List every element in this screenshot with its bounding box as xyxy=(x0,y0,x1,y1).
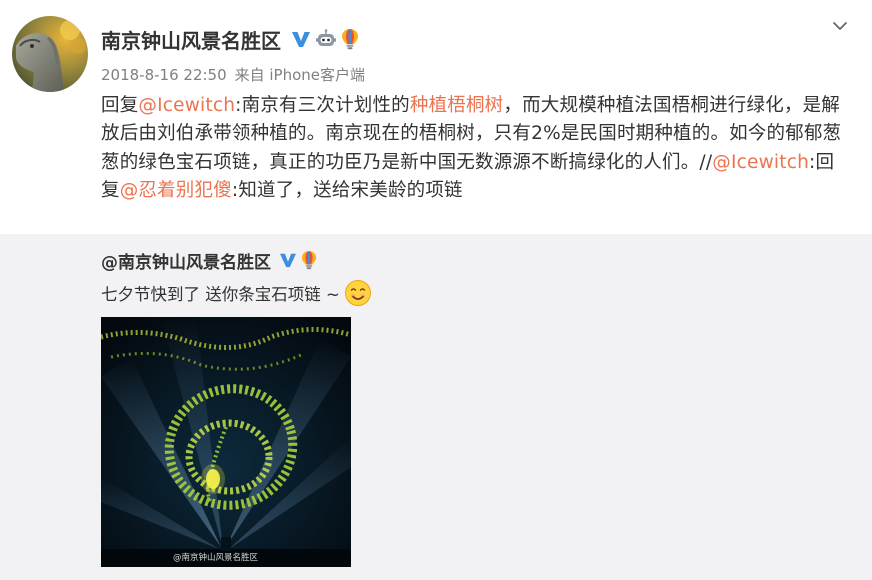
avatar-image xyxy=(12,16,88,92)
chevron-down-icon[interactable] xyxy=(830,16,850,36)
quoted-badges xyxy=(279,250,317,270)
image-watermark: @南京钟山风景名胜区 xyxy=(173,553,259,563)
reply-text-segment: :南京有三次计划性的 xyxy=(235,95,410,116)
verified-v-icon[interactable] xyxy=(279,252,297,268)
robot-icon[interactable] xyxy=(315,29,337,49)
post-source[interactable]: 来自 iPhone客户端 xyxy=(235,66,365,84)
badges xyxy=(291,28,359,50)
quoted-post[interactable]: @南京钟山风景名胜区 七夕节快到了 送你条宝石项链 ~ @南京钟山风景名胜区 xyxy=(0,234,872,580)
lightbulb-icon[interactable] xyxy=(301,250,317,270)
quoted-image[interactable]: @南京钟山风景名胜区 xyxy=(101,317,351,567)
post-timestamp[interactable]: 2018-8-16 22:50 xyxy=(101,66,227,84)
meta-line: 2018-8-16 22:50 来自 iPhone客户端 xyxy=(101,64,365,85)
smile-emoji-icon xyxy=(344,279,372,307)
reply-prefix: 回复 xyxy=(101,95,139,116)
quoted-author-line: @南京钟山风景名胜区 xyxy=(101,247,317,273)
topic-link[interactable]: 种植梧桐树 xyxy=(410,95,504,116)
author-line: 南京钟山风景名胜区 xyxy=(101,24,359,54)
post-text: 回复@Icewitch:南京有三次计划性的种植梧桐树，而大规模种植法国梧桐进行绿… xyxy=(101,92,851,205)
mention-link[interactable]: @忍着别犯傻 xyxy=(120,180,232,201)
quoted-author-name[interactable]: @南京钟山风景名胜区 xyxy=(101,248,271,273)
reply-text-segment: :知道了，送给宋美龄的项链 xyxy=(231,179,463,201)
author-name[interactable]: 南京钟山风景名胜区 xyxy=(101,25,281,54)
quoted-text: 七夕节快到了 送你条宝石项链 ~ xyxy=(101,285,340,304)
avatar[interactable] xyxy=(12,16,88,92)
verified-v-icon[interactable] xyxy=(291,30,311,48)
light-show-image xyxy=(101,317,351,567)
lightbulb-icon[interactable] xyxy=(341,28,359,50)
weibo-post: 南京钟山风景名胜区 2018-8-16 22:50 来自 iPhone客户端 回… xyxy=(0,0,872,580)
quoted-text-line: 七夕节快到了 送你条宝石项链 ~ xyxy=(101,280,372,306)
mention-link[interactable]: @Icewitch xyxy=(138,95,235,116)
mention-link[interactable]: @Icewitch xyxy=(712,152,809,173)
